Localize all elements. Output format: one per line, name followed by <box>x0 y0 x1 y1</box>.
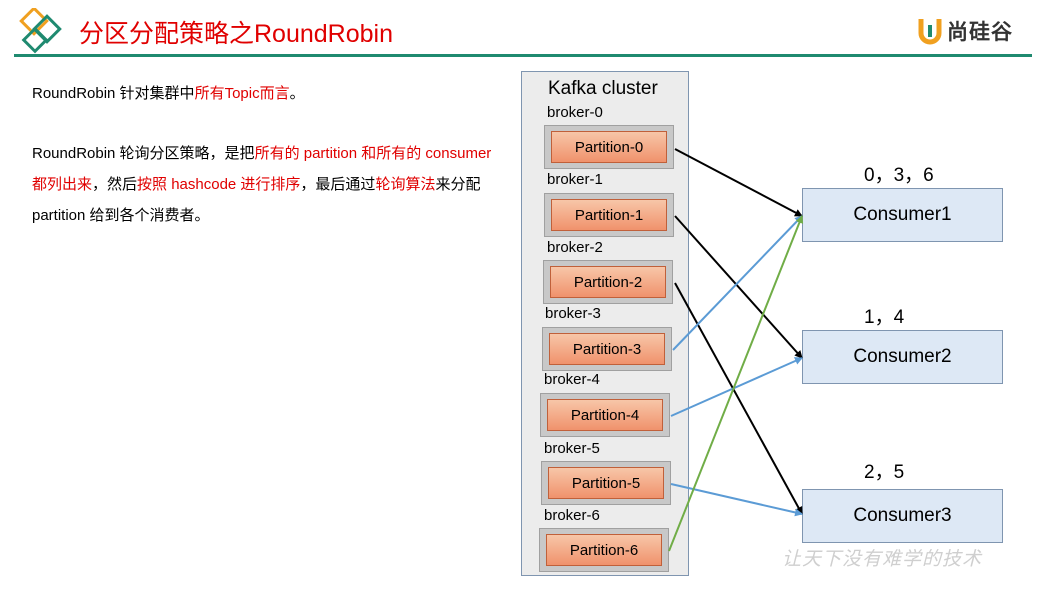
assignment-arrow <box>674 282 803 515</box>
assignment-arrow <box>674 148 803 217</box>
assignment-arrow <box>674 215 803 359</box>
assignment-arrows <box>668 148 804 552</box>
watermark: 让天下没有难学的技术 <box>782 548 983 570</box>
assignment-arrow <box>670 357 803 417</box>
assignment-arrow <box>668 215 804 552</box>
